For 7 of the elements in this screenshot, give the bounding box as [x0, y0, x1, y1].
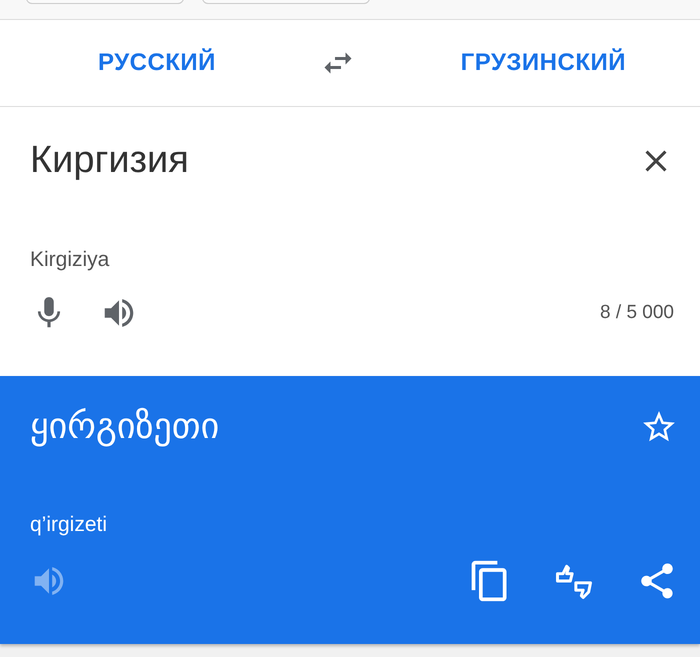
source-language-button[interactable]: РУССКИЙ	[98, 49, 216, 77]
translation-text: ყირგიზეთი	[30, 406, 220, 447]
target-language-button[interactable]: ГРУЗИНСКИЙ	[460, 49, 626, 77]
transliteration-text: Kirgiziya	[30, 248, 110, 272]
character-counter: 8 / 5 000	[600, 302, 674, 324]
transliteration-text: q’irgizeti	[30, 513, 108, 537]
input-text[interactable]: Киргизия	[30, 139, 189, 182]
